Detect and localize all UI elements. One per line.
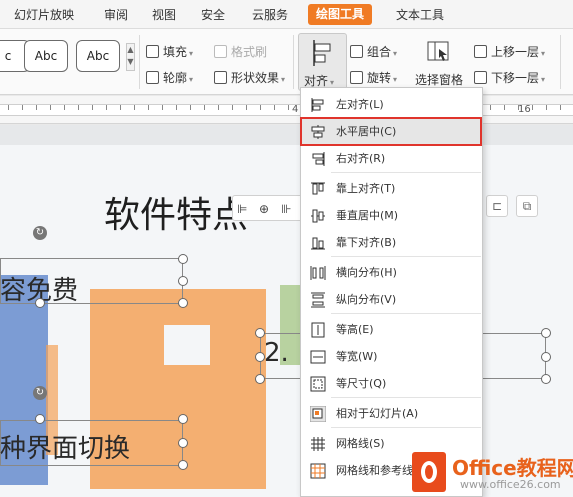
menu-item-align-center[interactable]: 水平居中(C): [302, 119, 481, 144]
distribute-horizontal-icon: [310, 266, 326, 280]
tab-slideshow[interactable]: 幻灯片放映: [14, 6, 74, 24]
shape-effects-icon: [214, 71, 227, 84]
align-bottom-icon: [311, 237, 325, 250]
outline-button[interactable]: 轮廓 ▾: [146, 69, 193, 87]
copy-icon[interactable]: ⧉: [516, 195, 538, 217]
floating-align-toolbar: ⊫ ⊕ ⊪: [232, 195, 304, 221]
resize-handle[interactable]: [178, 414, 188, 424]
shape-style-2[interactable]: Abc: [24, 40, 68, 72]
menu-item-align-bottom[interactable]: 靠下对齐(B): [302, 230, 481, 255]
gridlines-guides-icon: [310, 463, 326, 479]
send-backward-button[interactable]: 下移一层 ▾: [474, 69, 545, 87]
separator: [293, 35, 294, 89]
resize-handle[interactable]: [178, 438, 188, 448]
tab-cloud[interactable]: 云服务: [252, 6, 288, 24]
format-painter-icon: [214, 45, 227, 58]
menu-item-distribute-horizontal[interactable]: 横向分布(H): [302, 260, 481, 285]
resize-handle[interactable]: [255, 352, 265, 362]
horizontal-ruler: 4 16: [0, 96, 573, 124]
resize-handle[interactable]: [178, 254, 188, 264]
menu-item-align-middle[interactable]: 垂直居中(M): [302, 203, 481, 228]
crop-icon[interactable]: ⊏: [486, 195, 508, 217]
same-height-icon: [311, 322, 325, 338]
group-icon: [350, 45, 363, 58]
resize-handle[interactable]: [35, 298, 45, 308]
menu-item-align-top[interactable]: 靠上对齐(T): [302, 176, 481, 201]
align-left-icon: [311, 98, 324, 112]
slide-text-3[interactable]: 种界面切换: [0, 428, 130, 465]
resize-handle[interactable]: [541, 328, 551, 338]
bring-forward-button[interactable]: 上移一层 ▾: [474, 43, 545, 61]
rotate-icon: [350, 71, 363, 84]
group-button[interactable]: 组合 ▾: [350, 43, 397, 61]
same-size-icon: [310, 376, 326, 392]
ruler-number: 4: [292, 104, 299, 115]
selection-pane-label: 选择窗格: [415, 73, 464, 87]
format-painter-button[interactable]: 格式刷: [214, 43, 267, 61]
rotate-button[interactable]: 旋转 ▾: [350, 69, 397, 87]
office-logo-icon: [412, 452, 446, 492]
watermark-url: www.office26.com: [460, 478, 561, 491]
send-backward-icon: [474, 71, 487, 84]
resize-handle[interactable]: [178, 276, 188, 286]
tab-text-tools[interactable]: 文本工具: [396, 6, 444, 24]
separator: [560, 35, 561, 89]
shape-effects-button[interactable]: 形状效果 ▾: [214, 69, 285, 87]
align-top-icon: [311, 182, 325, 195]
tab-view[interactable]: 视图: [152, 6, 176, 24]
resize-handle[interactable]: [541, 374, 551, 384]
tab-review[interactable]: 审阅: [104, 6, 128, 24]
resize-handle[interactable]: [255, 328, 265, 338]
resize-handle[interactable]: [178, 460, 188, 470]
menu-item-same-height[interactable]: 等高(E): [302, 317, 481, 342]
menu-item-same-width[interactable]: 等宽(W): [302, 344, 481, 369]
align-right-icon[interactable]: ⊪: [281, 202, 295, 216]
separator: [139, 35, 140, 89]
bring-forward-icon: [474, 45, 487, 58]
align-right-icon: [312, 152, 325, 166]
align-icon: [313, 40, 331, 66]
shape-style-3[interactable]: Abc: [76, 40, 120, 72]
orange-shape-hole: [164, 325, 210, 365]
tab-security[interactable]: 安全: [201, 6, 225, 24]
gallery-more-icon[interactable]: ▲ ▼: [126, 43, 135, 71]
tab-drawing-tools[interactable]: 绘图工具: [308, 4, 373, 25]
rotate-handle-icon[interactable]: ↻: [33, 386, 47, 400]
relative-to-slide-icon: [310, 406, 326, 422]
align-label: 对齐: [304, 74, 329, 88]
menu-item-distribute-vertical[interactable]: 纵向分布(V): [302, 287, 481, 312]
fill-icon: [146, 45, 159, 58]
resize-handle[interactable]: [255, 374, 265, 384]
slide-text-2[interactable]: 2.: [264, 338, 289, 368]
watermark: Office教程网 www.office26.com: [410, 444, 573, 497]
fill-button[interactable]: 填充 ▾: [146, 43, 193, 61]
resize-handle[interactable]: [35, 414, 45, 424]
selection-pane-icon: [427, 41, 449, 61]
align-middle-icon: [311, 209, 325, 223]
ribbon: c Abc Abc ▲ ▼ 填充 ▾ 格式刷 轮廓 ▾ 形状效果 ▾ 对齐 ▾ 组合 ▾ 旋…: [0, 29, 573, 95]
menu-item-relative-to-slide[interactable]: 相对于幻灯片(A): [302, 401, 481, 426]
selection-pane-button[interactable]: 选择窗格: [413, 35, 465, 91]
watermark-title: Office教程网: [452, 456, 573, 480]
menu-item-align-right[interactable]: 右对齐(R): [302, 146, 481, 171]
align-center-icon: [311, 125, 325, 139]
align-button[interactable]: 对齐 ▾: [298, 33, 347, 91]
rotate-handle-icon[interactable]: ↻: [33, 226, 47, 240]
menu-item-align-left[interactable]: 左对齐(L): [302, 92, 481, 117]
align-dropdown-menu: 左对齐(L) 水平居中(C) 右对齐(R) 靠上对齐(T) 垂直居中(M) 靠下…: [300, 87, 483, 497]
gridlines-icon: [311, 437, 325, 451]
align-left-icon[interactable]: ⊫: [237, 202, 251, 216]
outline-icon: [146, 71, 159, 84]
ribbon-tab-bar: 幻灯片放映 审阅 视图 安全 云服务 绘图工具 文本工具: [0, 0, 573, 29]
same-width-icon: [310, 350, 326, 364]
align-center-icon[interactable]: ⊕: [259, 202, 273, 216]
resize-handle[interactable]: [541, 352, 551, 362]
menu-item-same-size[interactable]: 等尺寸(Q): [302, 371, 481, 396]
distribute-vertical-icon: [311, 292, 325, 308]
ruler-number: 16: [518, 104, 531, 115]
slide-title[interactable]: 软件特点: [104, 186, 248, 238]
resize-handle[interactable]: [178, 298, 188, 308]
